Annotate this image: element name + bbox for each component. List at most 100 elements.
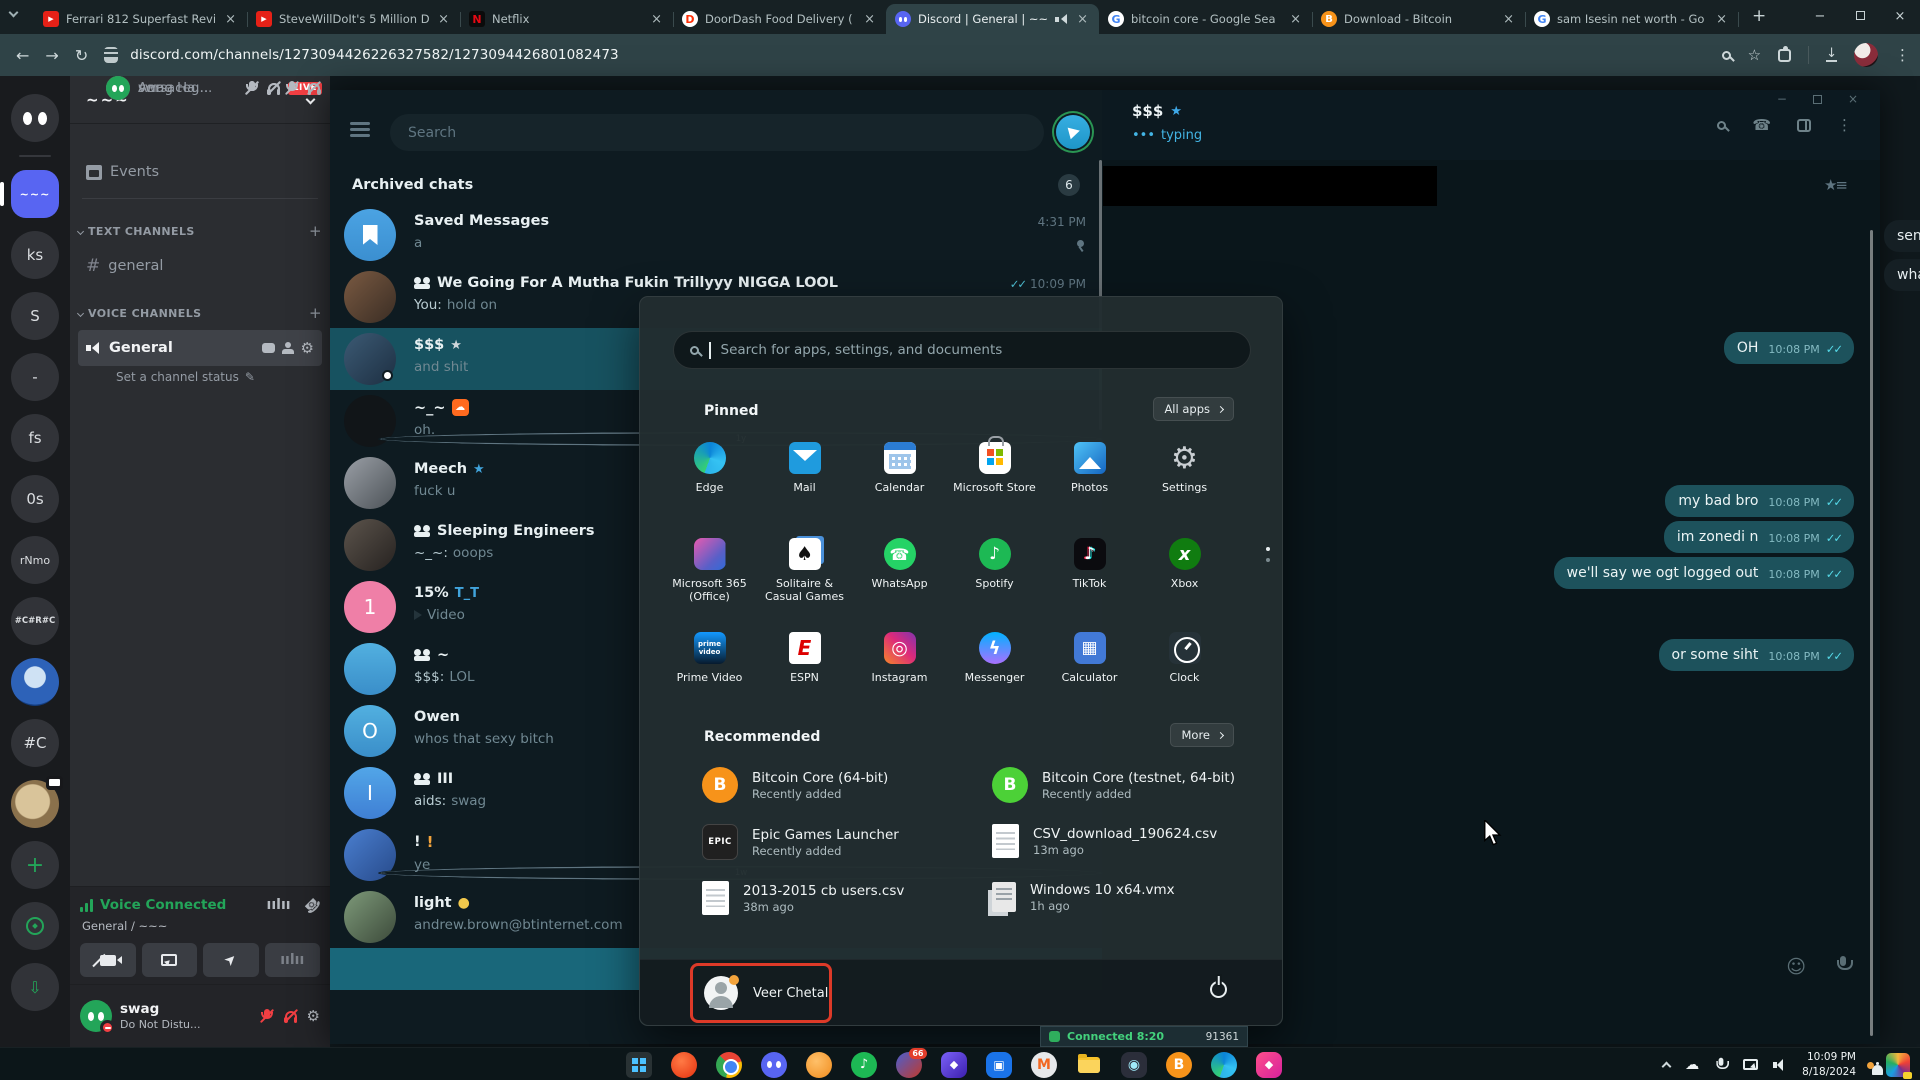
voice-channel-general[interactable]: General ⚙ [78, 330, 322, 366]
pinned-app[interactable]: ⚙ Settings [1137, 435, 1232, 529]
pinned-app[interactable]: Calendar [852, 435, 947, 531]
server-icon[interactable]: ~~~ [0, 170, 59, 218]
address-bar[interactable]: discord.com/channels/1273094426226327582… [130, 47, 619, 63]
pinned-app[interactable]: x Xbox [1137, 531, 1232, 625]
window-maximize-button[interactable] [1840, 0, 1880, 34]
server-icon[interactable] [11, 658, 59, 706]
site-info-icon[interactable] [104, 47, 119, 63]
extensions-icon[interactable] [1778, 45, 1792, 62]
pinned-messages-icon[interactable]: ★≡ [1824, 176, 1848, 194]
server-icon[interactable]: S [11, 292, 59, 340]
channel-status-prompt[interactable]: Set a channel status ✎ [116, 370, 255, 384]
soundboard-button[interactable]: ıılıı [264, 943, 320, 977]
pinned-app[interactable]: Microsoft 365 (Office) [662, 531, 757, 625]
taskbar-clock[interactable]: 10:09 PM 8/18/2024 [1802, 1050, 1856, 1078]
pinned-app[interactable]: E ESPN [757, 625, 852, 719]
events-item[interactable]: Events [78, 156, 322, 188]
call-icon[interactable]: ☎ [1752, 116, 1771, 134]
power-button[interactable] [1210, 981, 1227, 998]
message-bubble[interactable]: send him it 10:08 PM [1884, 220, 1920, 252]
chat-bubble-icon[interactable] [261, 343, 275, 353]
pinned-app[interactable]: ♪ Spotify [947, 531, 1042, 625]
onedrive-icon[interactable]: ☁ [1685, 1057, 1699, 1073]
telegram-maximize-button[interactable] [1812, 94, 1822, 104]
user-avatar[interactable] [80, 1000, 115, 1035]
microphone-tray-icon[interactable] [1716, 1057, 1730, 1071]
voice-message-icon[interactable] [1836, 956, 1853, 974]
server-icon[interactable]: 0s [11, 475, 59, 523]
taskbar-app-icon[interactable] [806, 1051, 832, 1078]
reload-button[interactable]: ↻ [75, 46, 88, 65]
tab-close-icon[interactable]: × [1714, 12, 1729, 27]
server-icon[interactable]: ks [11, 231, 59, 279]
message-bubble[interactable]: im zonedi n 10:08 PM ✓✓ [1663, 521, 1854, 553]
message-bubble[interactable]: OH 10:08 PM ✓✓ [1723, 332, 1854, 364]
recommended-item[interactable]: CSV_download_190624.csv 13m ago [992, 824, 1272, 858]
settings-icon[interactable]: ⚙ [307, 1008, 320, 1024]
taskbar-app-icon[interactable]: ◉ [1121, 1051, 1147, 1078]
taskbar-app-icon[interactable]: B [1166, 1051, 1192, 1078]
add-channel-icon[interactable]: + [309, 304, 322, 322]
pinned-app[interactable]: ▦ Calculator [1042, 625, 1137, 719]
pinned-app[interactable]: ϟ Messenger [947, 625, 1042, 719]
connected-status-popup[interactable]: Connected 8:20 91361 [1040, 1026, 1248, 1047]
browser-tab[interactable]: B Download - Bitcoin × [1312, 4, 1526, 34]
taskbar-app-icon[interactable]: ◆ [1256, 1051, 1282, 1078]
browser-tab[interactable]: Discord | General | ~~ × [886, 4, 1099, 34]
volume-icon[interactable] [1773, 1059, 1787, 1071]
taskbar-app-icon[interactable]: ◆ [941, 1051, 967, 1078]
server-icon[interactable]: #C#R#C [11, 597, 59, 645]
zoom-icon[interactable] [1721, 50, 1731, 60]
pinned-app[interactable]: Mail [757, 435, 852, 531]
window-close-button[interactable]: × [1880, 0, 1920, 34]
voice-channel-path[interactable]: General / ~~~ [82, 919, 167, 933]
chat-list-item[interactable]: Saved Messages a 4:31 PM [330, 204, 1102, 266]
conversation-scrollbar[interactable] [1870, 230, 1873, 1036]
channel-general[interactable]: # general [78, 250, 322, 282]
pinned-app[interactable]: prime video Prime Video [662, 625, 757, 719]
tab-close-icon[interactable]: × [1288, 12, 1303, 27]
start-search-input[interactable]: Search for apps, settings, and documents [673, 331, 1251, 369]
recommended-item[interactable]: B Bitcoin Core (testnet, 64-bit) Recentl… [992, 767, 1272, 803]
taskbar-app-icon[interactable] [761, 1051, 787, 1078]
invite-user-icon[interactable] [281, 342, 294, 354]
taskbar-app-icon[interactable] [626, 1051, 652, 1078]
tab-audio-icon[interactable] [1055, 13, 1068, 25]
pinned-app[interactable]: Microsoft Store [947, 435, 1042, 531]
voice-channels-header[interactable]: VOICE CHANNELS + [76, 304, 322, 322]
tab-close-icon[interactable]: × [1075, 12, 1090, 27]
conversation-header[interactable]: $$$ ★ ••• typing ☎ ⋮ [1102, 90, 1880, 160]
taskbar-app-icon[interactable]: ♪ [851, 1051, 877, 1078]
server-icon[interactable]: - [11, 353, 59, 401]
recommended-item[interactable]: 2013-2015 cb users.csv 38m ago [702, 881, 982, 915]
mute-button[interactable] [259, 1008, 275, 1024]
pinned-app[interactable]: ♪ TikTok [1042, 531, 1137, 625]
archived-chats-row[interactable]: Archived chats 6 [330, 168, 1102, 202]
forward-button[interactable]: → [45, 46, 58, 65]
recommended-item[interactable]: Windows 10 x64.vmx 1h ago [992, 881, 1272, 913]
browser-tab[interactable]: G sam Isesin net worth - Go × [1525, 4, 1739, 34]
window-minimize-button[interactable]: − [1800, 0, 1840, 34]
downloads-icon[interactable]: ↓ [1826, 47, 1837, 62]
message-bubble[interactable]: we'll say we ogt logged out 10:08 PM ✓✓ [1553, 557, 1854, 589]
recommended-item[interactable]: B Bitcoin Core (64-bit) Recently added [702, 767, 982, 803]
taskbar-app-icon[interactable] [716, 1051, 742, 1078]
pinned-app[interactable]: ☎ WhatsApp [852, 531, 947, 625]
text-channels-header[interactable]: TEXT CHANNELS + [76, 222, 322, 240]
server-icon[interactable]: + [11, 841, 59, 889]
browser-tab[interactable]: D DoorDash Food Delivery ( × [673, 4, 887, 34]
screenshot-tool-icon[interactable] [1886, 1052, 1912, 1079]
taskbar-app-icon[interactable] [671, 1051, 697, 1078]
browser-tab[interactable]: G bitcoin core - Google Sea × [1099, 4, 1313, 34]
tab-close-icon[interactable]: × [223, 12, 238, 27]
server-icon[interactable]: rNmo [11, 536, 59, 584]
tab-close-icon[interactable]: × [1501, 12, 1516, 27]
taskbar-app-icon[interactable]: ▣ [986, 1051, 1012, 1078]
cast-icon[interactable] [1743, 1059, 1759, 1070]
pinned-app[interactable]: Clock [1137, 625, 1232, 719]
more-button[interactable]: More [1170, 723, 1234, 747]
server-icon[interactable] [19, 155, 51, 157]
profile-avatar[interactable] [1854, 43, 1878, 67]
pinned-app[interactable]: Edge [662, 435, 757, 531]
new-tab-button[interactable]: + [1752, 6, 1766, 26]
